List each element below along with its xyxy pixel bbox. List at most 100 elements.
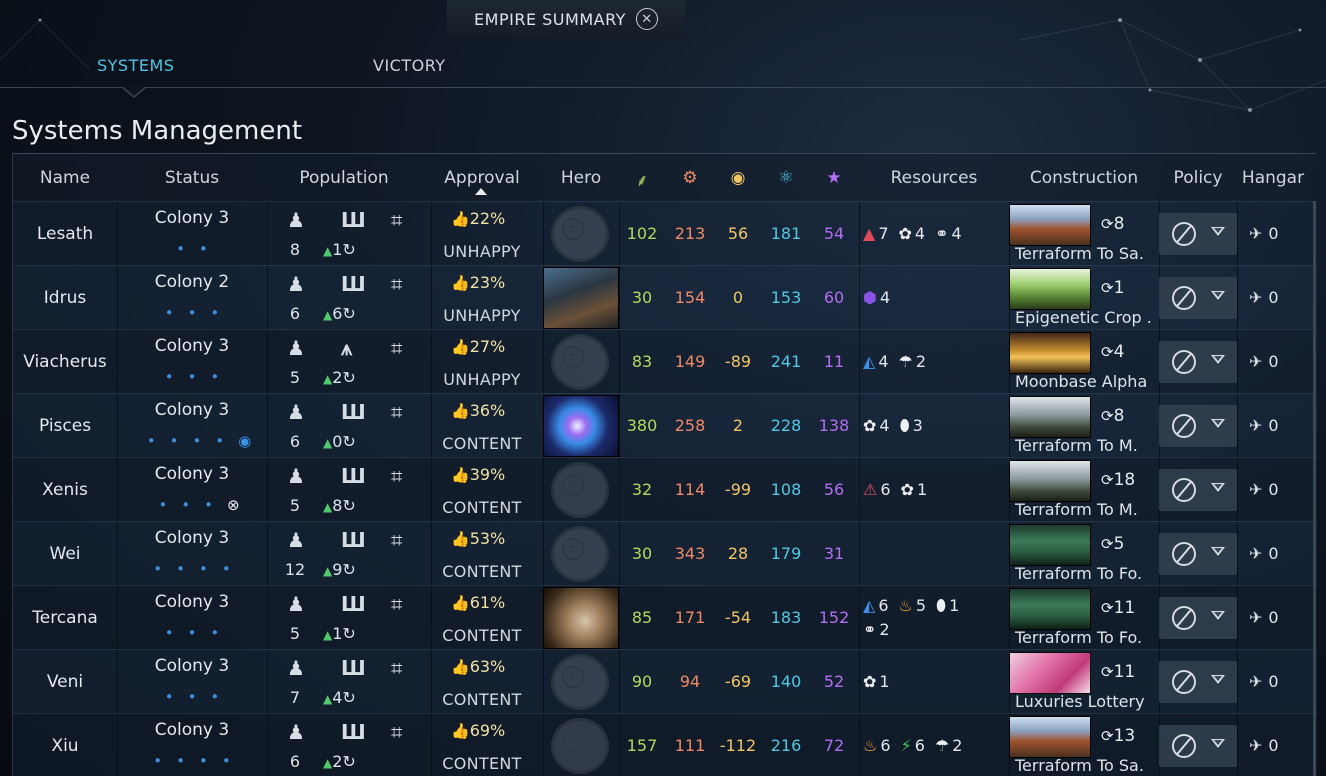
hero-portrait[interactable] [543, 267, 619, 329]
science-atom-icon[interactable]: ⚛ [763, 168, 809, 188]
empty-hero-slot-icon[interactable] [551, 462, 609, 518]
chevron-down-icon[interactable] [1211, 483, 1225, 492]
policy-selector[interactable] [1159, 597, 1237, 639]
table-row[interactable]: Xenis Colony 3 •••⊗ ♟ Ш ⌗ 5 ▲8↻ 👍39% CONTENT 32 114… [13, 457, 1317, 521]
system-name[interactable]: Xiu [13, 736, 117, 756]
system-name[interactable]: Pisces [13, 416, 117, 436]
empty-hero-slot-icon[interactable] [551, 526, 609, 582]
tab-systems[interactable]: SYSTEMS [97, 56, 174, 75]
policy-selector[interactable] [1159, 405, 1237, 447]
construction-thumbnail[interactable] [1009, 268, 1091, 310]
resource-item[interactable]: ☂ 2 [899, 352, 927, 371]
construction-thumbnail[interactable] [1009, 588, 1091, 630]
table-row[interactable]: ViacherusColony 3•••♟⩚⌗5▲2↻👍27%UNHAPPY83… [13, 329, 1317, 393]
empty-hero-slot-icon[interactable] [551, 334, 609, 390]
chevron-down-icon[interactable] [1211, 547, 1225, 556]
construction-thumbnail[interactable] [1009, 524, 1091, 566]
policy-selector[interactable] [1159, 661, 1237, 703]
construction-thumbnail[interactable] [1009, 396, 1091, 438]
resource-item[interactable]: ✿ 1 [863, 672, 890, 691]
system-name[interactable]: Lesath [13, 224, 117, 244]
industry-gear-icon[interactable]: ⚙ [667, 168, 713, 188]
resource-item[interactable]: ♨ 5 [899, 596, 927, 615]
construction-thumbnail[interactable] [1009, 652, 1091, 694]
influence-star-icon[interactable]: ★ [811, 168, 857, 188]
construction-thumbnail[interactable] [1009, 460, 1091, 502]
resource-item[interactable]: ✿ 4 [863, 416, 890, 435]
hangar-count[interactable]: ✈ 0 [1249, 416, 1279, 435]
target-slot-icon[interactable]: ◉ [238, 432, 251, 450]
construction-name[interactable]: Terraform To Sa. [1015, 244, 1155, 263]
construction-name[interactable]: Moonbase Alpha [1015, 372, 1155, 391]
hero-portrait[interactable] [543, 395, 619, 457]
construction-name[interactable]: Terraform To Sa. [1015, 756, 1155, 775]
construction-name[interactable]: Luxuries Lottery [1015, 692, 1155, 711]
chevron-down-icon[interactable] [1211, 355, 1225, 364]
system-name[interactable]: Wei [13, 544, 117, 564]
construction-thumbnail[interactable] [1009, 332, 1091, 374]
chevron-down-icon[interactable] [1211, 675, 1225, 684]
hangar-count[interactable]: ✈ 0 [1249, 544, 1279, 563]
column-population[interactable]: Population [267, 168, 421, 188]
resource-item[interactable]: ⬮ 1 [936, 596, 959, 615]
empty-hero-slot-icon[interactable] [551, 654, 609, 710]
column-approval[interactable]: Approval [431, 168, 533, 188]
policy-selector[interactable] [1159, 213, 1237, 255]
policy-selector[interactable] [1159, 725, 1237, 767]
chevron-down-icon[interactable] [1211, 611, 1225, 620]
column-hangar[interactable]: Hangar [1237, 168, 1309, 188]
empty-hero-slot-icon[interactable] [551, 206, 609, 262]
hangar-count[interactable]: ✈ 0 [1249, 608, 1279, 627]
food-leaf-icon[interactable]: ⸙ [619, 168, 665, 191]
resource-item[interactable]: ⚠ 6 [863, 480, 891, 499]
table-row[interactable]: Veni Colony 3 ••• ♟ Ш ⌗ 7 ▲4↻ 👍63% CONTENT 90 94 -69… [13, 649, 1317, 713]
resource-item[interactable]: ◭ 4 [863, 352, 889, 371]
chevron-down-icon[interactable] [1211, 739, 1225, 748]
hangar-count[interactable]: ✈ 0 [1249, 224, 1279, 243]
chevron-down-icon[interactable] [1211, 291, 1225, 300]
table-row[interactable]: Wei Colony 3 •••• ♟ Ш ⌗ 12 ▲9↻ 👍53% CONTENT 30 343 2… [13, 521, 1317, 585]
chevron-down-icon[interactable] [1211, 227, 1225, 236]
column-status[interactable]: Status [117, 168, 267, 188]
resource-item[interactable]: ⚭ 2 [863, 620, 890, 639]
column-policy[interactable]: Policy [1159, 168, 1237, 188]
resource-item[interactable]: ♨ 6 [863, 736, 891, 755]
cancel-slot-icon[interactable]: ⊗ [227, 496, 240, 514]
table-row[interactable]: Pisces Colony 3 ••••◉ ♟ Ш ⌗ 6 ▲0↻ 👍36% CONTENT 380… [13, 393, 1317, 457]
resource-item[interactable]: ✿ 1 [901, 480, 928, 499]
construction-thumbnail[interactable] [1009, 716, 1091, 758]
policy-selector[interactable] [1159, 469, 1237, 511]
resource-item[interactable]: ⬢ 4 [863, 288, 890, 307]
construction-name[interactable]: Terraform To M. [1015, 500, 1155, 519]
close-icon[interactable]: ✕ [635, 8, 658, 30]
resource-item[interactable]: ▲ 7 [863, 224, 889, 243]
construction-name[interactable]: Terraform To Fo. [1015, 628, 1155, 647]
construction-thumbnail[interactable] [1009, 204, 1091, 246]
empty-hero-slot-icon[interactable] [551, 718, 609, 774]
hangar-count[interactable]: ✈ 0 [1249, 480, 1279, 499]
hero-portrait[interactable] [543, 587, 619, 649]
table-row[interactable]: LesathColony 3••♟Ш⌗8▲1↻👍22%UNHAPPY102213… [13, 201, 1317, 265]
policy-selector[interactable] [1159, 341, 1237, 383]
table-row[interactable]: XiuColony 3••••♟Ш⌗6▲2↻👍69%CONTENT157111-… [13, 713, 1317, 776]
resource-item[interactable]: ◭ 6 [863, 596, 889, 615]
hangar-count[interactable]: ✈ 0 [1249, 736, 1279, 755]
resource-item[interactable]: ⬮ 3 [900, 416, 923, 435]
column-hero[interactable]: Hero [543, 168, 619, 188]
column-resources[interactable]: Resources [859, 168, 1009, 188]
table-scrollbar[interactable] [1313, 201, 1316, 776]
policy-selector[interactable] [1159, 277, 1237, 319]
policy-selector[interactable] [1159, 533, 1237, 575]
chevron-down-icon[interactable] [1211, 419, 1225, 428]
resource-item[interactable]: ⚡ 6 [901, 736, 925, 755]
system-name[interactable]: Viacherus [13, 352, 117, 372]
system-name[interactable]: Idrus [13, 288, 117, 308]
resource-item[interactable]: ⚭ 4 [935, 224, 962, 243]
construction-name[interactable]: Epigenetic Crop . [1015, 308, 1155, 327]
construction-name[interactable]: Terraform To Fo. [1015, 564, 1155, 583]
hangar-count[interactable]: ✈ 0 [1249, 288, 1279, 307]
table-row[interactable]: Tercana Colony 3 ••• ♟ Ш ⌗ 5 ▲1↻ 👍61% CONTENT 85 17… [13, 585, 1317, 649]
hangar-count[interactable]: ✈ 0 [1249, 352, 1279, 371]
table-row[interactable]: Idrus Colony 2 ••• ♟ Ш ⌗ 6 ▲6↻ 👍23% UNHAPPY 30 154 0… [13, 265, 1317, 329]
system-name[interactable]: Veni [13, 672, 117, 692]
